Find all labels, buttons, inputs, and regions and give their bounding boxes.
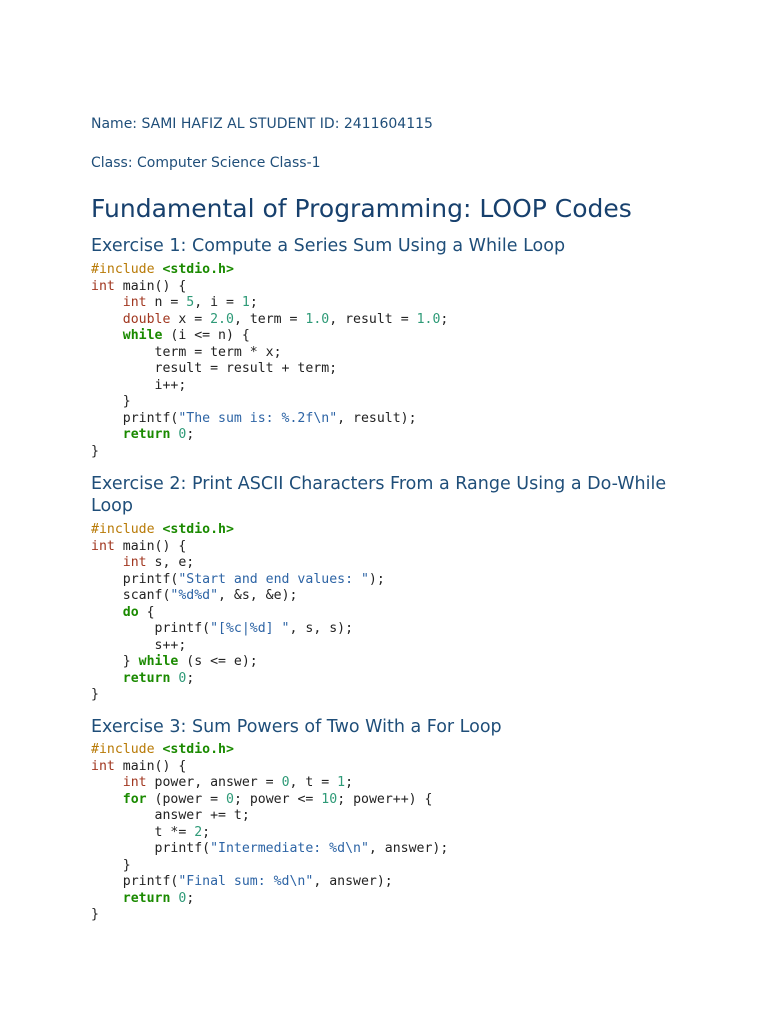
code-line: double x = 2.0, term = 1.0, result = 1.0… bbox=[122, 311, 449, 327]
code-line: int power, answer = 0, t = 1; bbox=[122, 775, 354, 790]
code-line: int main() { bbox=[91, 538, 187, 554]
code-line: } while (s <= e); bbox=[91, 654, 258, 669]
document-title: Fundamental of Programming: LOOP Codes bbox=[91, 194, 632, 223]
code-line: printf("Start and end values: "); bbox=[91, 571, 385, 587]
code-line: while (i <= n) { bbox=[122, 328, 250, 343]
code-line: } bbox=[91, 907, 99, 922]
code-line: scanf("%d%d", &s, &e); bbox=[91, 588, 298, 603]
code-line: } bbox=[91, 687, 99, 702]
code-line: } bbox=[91, 394, 131, 409]
code-line: term = term * x; bbox=[91, 344, 282, 360]
exercise-3-heading: Exercise 3: Sum Powers of Two With a For… bbox=[91, 717, 502, 737]
code-line: printf("The sum is: %.2f\n", result); bbox=[91, 410, 417, 426]
code-line: #include <stdio.h> bbox=[91, 262, 234, 277]
code-line: result = result + term; bbox=[91, 361, 338, 376]
code-line: for (power = 0; power <= 10; power++) { bbox=[122, 791, 433, 807]
code-line: do { bbox=[122, 604, 155, 620]
exercise-2-code: #include <stdio.h> int main() { int s, e… bbox=[91, 522, 385, 704]
code-line: s++; bbox=[91, 637, 187, 653]
exercise-3-code: #include <stdio.h> int main() { int powe… bbox=[91, 742, 448, 924]
exercise-1-code: #include <stdio.h> int main() { int n = … bbox=[91, 262, 448, 460]
exercise-2-heading: Exercise 2: Print ASCII Characters From … bbox=[91, 474, 667, 516]
code-line: answer += t; bbox=[91, 808, 250, 823]
code-line: return 0; bbox=[122, 890, 195, 906]
code-line: return 0; bbox=[122, 670, 195, 686]
code-line: t *= 2; bbox=[91, 824, 211, 840]
code-line: #include <stdio.h> bbox=[91, 522, 234, 537]
class-line: Class: Computer Science Class-1 bbox=[91, 155, 321, 171]
exercise-1-heading: Exercise 1: Compute a Series Sum Using a… bbox=[91, 236, 566, 256]
code-line: printf("[%c|%d] ", s, s); bbox=[91, 621, 354, 636]
code-line: } bbox=[91, 857, 131, 873]
code-line: int main() { bbox=[91, 758, 187, 774]
code-line: } bbox=[91, 443, 99, 459]
code-line: printf("Intermediate: %d\n", answer); bbox=[91, 841, 449, 856]
code-line: return 0; bbox=[122, 427, 195, 442]
code-line: #include <stdio.h> bbox=[91, 742, 234, 757]
code-line: int s, e; bbox=[122, 555, 195, 570]
code-line: printf("Final sum: %d\n", answer); bbox=[91, 874, 393, 889]
code-line: i++; bbox=[91, 377, 187, 393]
code-line: int n = 5, i = 1; bbox=[122, 295, 258, 310]
code-line: int main() { bbox=[91, 278, 187, 294]
student-name-line: Name: SAMI HAFIZ AL STUDENT ID: 24116041… bbox=[91, 116, 433, 132]
